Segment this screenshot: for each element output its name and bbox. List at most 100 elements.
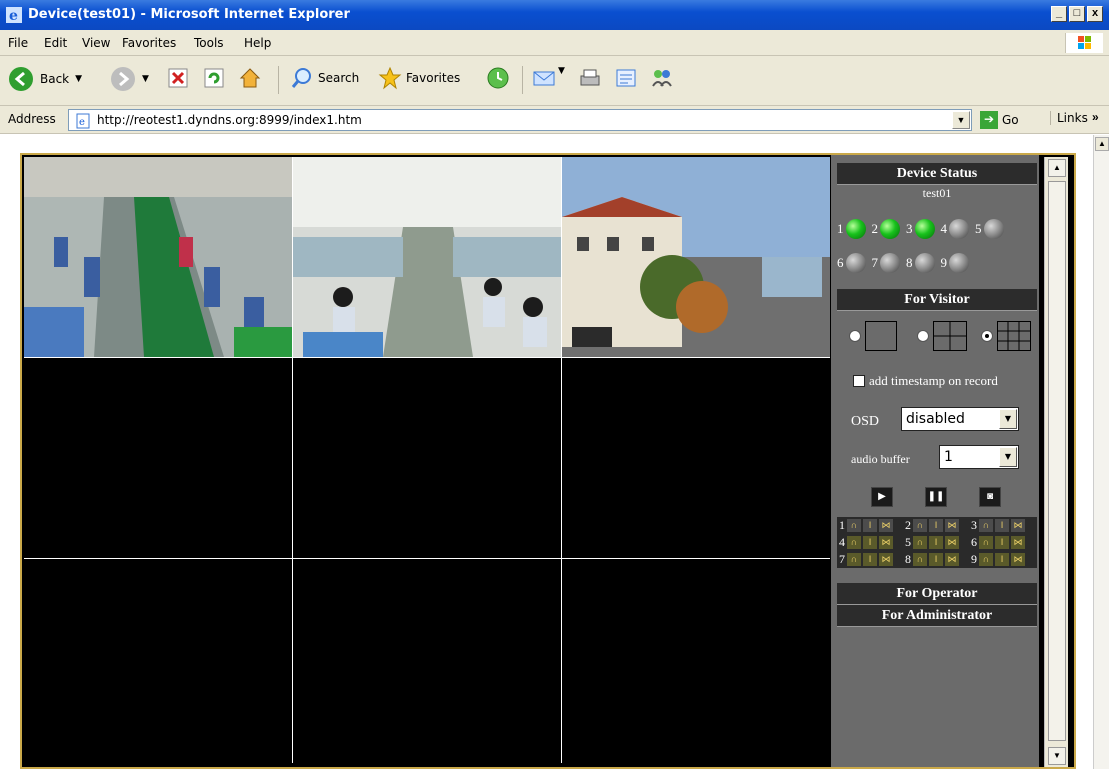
mic-icon[interactable]: ǀ <box>863 536 877 549</box>
home-icon[interactable] <box>238 66 262 90</box>
headphone-icon[interactable]: ∩ <box>847 519 861 532</box>
status-led-icon <box>949 219 969 239</box>
links-button[interactable]: Links <box>1050 111 1088 125</box>
layout-2x2-radio[interactable] <box>917 330 929 342</box>
scroll-thumb[interactable] <box>1048 181 1066 741</box>
headphone-icon[interactable]: ∩ <box>979 519 993 532</box>
status-led-icon <box>880 253 900 273</box>
menu-file[interactable]: File <box>8 36 28 50</box>
close-button[interactable]: x <box>1087 6 1103 22</box>
channel-controls: 1 ∩ ǀ ⋈ 2 ∩ ǀ ⋈ 3 ∩ ǀ ⋈ 4 ∩ ǀ ⋈ 5 ∩ ǀ ⋈ 6 ∩ ǀ ⋈ 7 ∩ ǀ ⋈ 8 ∩ ǀ ⋈ … <box>837 517 1037 568</box>
camera-view-6[interactable] <box>562 358 830 558</box>
menu-bar: File Edit View Favorites Tools Help <box>0 30 1109 56</box>
menu-tools[interactable]: Tools <box>194 36 224 50</box>
record-icon[interactable]: ⋈ <box>945 519 959 532</box>
layout-3x3-radio[interactable] <box>981 330 993 342</box>
minimize-button[interactable]: _ <box>1051 6 1067 22</box>
chevron-right-icon[interactable]: » <box>1092 110 1099 124</box>
channel-num: 8 <box>905 552 911 566</box>
mic-icon[interactable]: ǀ <box>995 553 1009 566</box>
go-button[interactable]: ➔ Go <box>980 111 1019 129</box>
record-icon[interactable]: ⋈ <box>879 536 893 549</box>
camera-view-4[interactable] <box>24 358 292 558</box>
audio-buffer-select[interactable]: 1 ▼ <box>939 445 1019 469</box>
channel-num: 1 <box>839 518 845 532</box>
record-icon[interactable]: ⋈ <box>1011 536 1025 549</box>
osd-value: disabled <box>906 411 965 427</box>
layout-2x2-option[interactable] <box>917 321 967 351</box>
record-icon[interactable]: ⋈ <box>879 519 893 532</box>
record-icon[interactable]: ⋈ <box>1011 519 1025 532</box>
mic-icon[interactable]: ǀ <box>995 519 1009 532</box>
headphone-icon[interactable]: ∩ <box>913 536 927 549</box>
chevron-down-icon: ▼ <box>75 74 83 84</box>
mic-icon[interactable]: ǀ <box>929 553 943 566</box>
headphone-icon[interactable]: ∩ <box>979 553 993 566</box>
mic-icon[interactable]: ǀ <box>929 519 943 532</box>
snapshot-button[interactable]: ◙ <box>979 487 1001 507</box>
headphone-icon[interactable]: ∩ <box>913 519 927 532</box>
history-icon[interactable] <box>486 66 510 90</box>
mail-icon[interactable] <box>532 66 556 90</box>
mic-icon[interactable]: ǀ <box>995 536 1009 549</box>
osd-select[interactable]: disabled ▼ <box>901 407 1019 431</box>
address-dropdown-button[interactable]: ▼ <box>952 111 970 129</box>
chevron-down-icon[interactable]: ▼ <box>999 447 1017 467</box>
for-operator-header[interactable]: For Operator <box>837 583 1037 605</box>
device-name: test01 <box>922 186 952 200</box>
menu-favorites[interactable]: Favorites <box>122 36 176 50</box>
osd-label: OSD <box>851 414 880 429</box>
camera-view-1[interactable] <box>24 157 292 357</box>
maximize-button[interactable]: □ <box>1069 6 1085 22</box>
menu-edit[interactable]: Edit <box>44 36 67 50</box>
camera-view-2[interactable] <box>293 157 561 357</box>
headphone-icon[interactable]: ∩ <box>847 553 861 566</box>
record-icon[interactable]: ⋈ <box>945 553 959 566</box>
record-icon[interactable]: ⋈ <box>879 553 893 566</box>
frame-scrollbar[interactable]: ▲ ▼ <box>1044 157 1068 767</box>
status-led-icon <box>845 219 866 239</box>
mic-icon[interactable]: ǀ <box>929 536 943 549</box>
stop-icon[interactable] <box>166 66 190 90</box>
menu-help[interactable]: Help <box>244 36 271 50</box>
record-icon[interactable]: ⋈ <box>945 536 959 549</box>
record-icon[interactable]: ⋈ <box>1011 553 1025 566</box>
camera-view-9[interactable] <box>562 559 830 763</box>
camera-view-8[interactable] <box>293 559 561 763</box>
refresh-icon[interactable] <box>202 66 226 90</box>
messenger-icon[interactable] <box>650 66 674 90</box>
for-visitor-header[interactable]: For Visitor <box>837 289 1037 311</box>
device-status-header[interactable]: Device Status <box>837 163 1037 185</box>
layout-3x3-option[interactable] <box>981 321 1031 351</box>
timestamp-checkbox[interactable] <box>853 375 865 387</box>
camera-view-3[interactable] <box>562 157 830 357</box>
forward-button[interactable]: ▼ <box>110 66 149 92</box>
viewer-frame: Device Status test01 1 2 3 4 5 6 7 8 9 F… <box>20 153 1076 769</box>
menu-view[interactable]: View <box>82 36 110 50</box>
back-button[interactable]: Back ▼ <box>8 66 82 92</box>
layout-1x1-radio[interactable] <box>849 330 861 342</box>
headphone-icon[interactable]: ∩ <box>913 553 927 566</box>
scroll-up-icon[interactable]: ▲ <box>1095 137 1109 151</box>
camera-view-7[interactable] <box>24 559 292 763</box>
scroll-down-icon[interactable]: ▼ <box>1048 747 1066 765</box>
camera-view-5[interactable] <box>293 358 561 558</box>
print-icon[interactable] <box>578 66 602 90</box>
chevron-down-icon[interactable]: ▼ <box>999 409 1017 429</box>
mic-icon[interactable]: ǀ <box>863 519 877 532</box>
windows-logo-icon <box>1065 33 1103 53</box>
pause-button[interactable]: ❚❚ <box>925 487 947 507</box>
scroll-up-icon[interactable]: ▲ <box>1048 159 1066 177</box>
play-button[interactable]: ▶ <box>871 487 893 507</box>
address-url: http://reotest1.dyndns.org:8999/index1.h… <box>97 113 362 127</box>
page-scrollbar[interactable]: ▲ <box>1093 135 1109 769</box>
search-button[interactable]: Search <box>290 66 359 90</box>
address-input[interactable]: e http://reotest1.dyndns.org:8999/index1… <box>68 109 972 131</box>
headphone-icon[interactable]: ∩ <box>979 536 993 549</box>
layout-1x1-option[interactable] <box>849 321 897 351</box>
for-administrator-header[interactable]: For Administrator <box>837 605 1037 627</box>
edit-icon[interactable] <box>614 66 638 90</box>
mic-icon[interactable]: ǀ <box>863 553 877 566</box>
favorites-button[interactable]: Favorites <box>378 66 460 90</box>
headphone-icon[interactable]: ∩ <box>847 536 861 549</box>
